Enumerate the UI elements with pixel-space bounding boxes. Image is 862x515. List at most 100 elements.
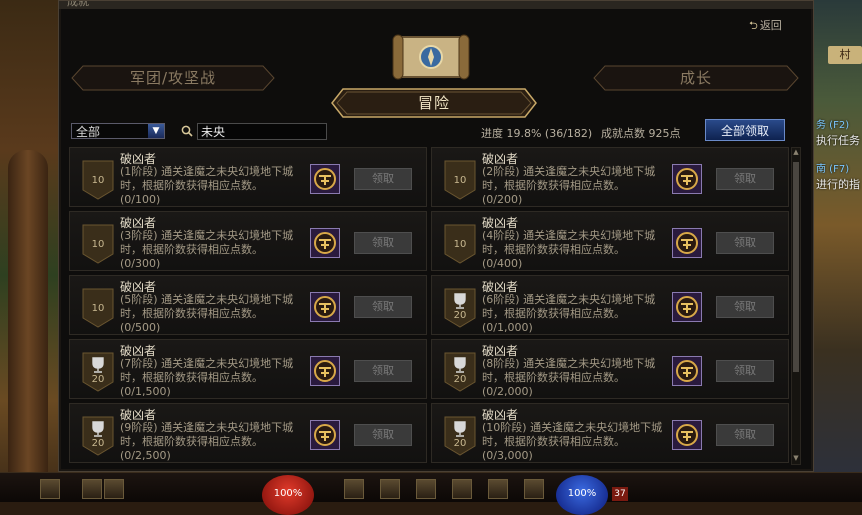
achievement-card: 20 破凶者 (9阶段) 通关逢魔之未央幻境地下城时，根据阶数获得相应点数。 (…	[69, 403, 427, 463]
quest-hotkey-hint: 务 (F2)	[816, 120, 850, 131]
tree-trunk	[8, 150, 48, 480]
claim-button[interactable]: 领取	[354, 296, 412, 318]
achievement-card: 10 破凶者 (5阶段) 通关逢魔之未央幻境地下城时，根据阶数获得相应点数。 (…	[69, 275, 427, 335]
reward-emblem-icon	[310, 420, 340, 450]
back-button[interactable]: ⮌ 返回	[749, 17, 782, 36]
hp-orb: 100%	[262, 475, 314, 515]
trophy-badge-icon	[82, 416, 114, 456]
achievement-progress: (0/2,000)	[482, 385, 533, 398]
medal-badge-icon	[444, 224, 476, 264]
skill-slot[interactable]	[524, 479, 544, 499]
trophy-badge-icon	[82, 352, 114, 392]
achievement-window: 成就 ⮌ 返回 军团/攻坚战 成长 冒险 全部 ▼ 未央 进度 19.8% (3…	[58, 0, 814, 472]
level-badge: 37	[612, 487, 628, 501]
game-background-left	[0, 0, 62, 501]
quickslot[interactable]	[82, 479, 102, 499]
game-hud: 100% 100% 37	[0, 472, 862, 515]
reward-emblem-icon	[672, 164, 702, 194]
claim-button[interactable]: 领取	[716, 232, 774, 254]
claim-all-button[interactable]: 全部领取	[705, 119, 785, 141]
trophy-badge-icon	[444, 416, 476, 456]
window-titlebar: 成就	[59, 1, 813, 9]
achievement-progress: (0/200)	[482, 193, 523, 206]
achievement-progress: (0/3,000)	[482, 449, 533, 462]
achievement-card: 10 破凶者 (2阶段) 通关逢魔之未央幻境地下城时，根据阶数获得相应点数。 (…	[431, 147, 789, 207]
achievement-desc: (6阶段) 通关逢魔之未央幻境地下城时，根据阶数获得相应点数。	[482, 293, 656, 320]
claim-button[interactable]: 领取	[716, 360, 774, 382]
tab-label: 冒险	[417, 94, 450, 112]
claim-button[interactable]: 领取	[354, 232, 412, 254]
tab-adventure[interactable]: 冒险	[331, 88, 537, 118]
tab-legion-raid[interactable]: 军团/攻坚战	[71, 65, 275, 91]
achievement-desc: (9阶段) 通关逢魔之未央幻境地下城时，根据阶数获得相应点数。	[120, 421, 294, 448]
achievement-desc: (10阶段) 通关逢魔之未央幻境地下城时，根据阶数获得相应点数。	[482, 421, 663, 448]
achievement-card: 10 破凶者 (1阶段) 通关逢魔之未央幻境地下城时，根据阶数获得相应点数。 (…	[69, 147, 427, 207]
tab-growth[interactable]: 成长	[593, 65, 799, 91]
window-title: 成就	[67, 1, 89, 8]
achievement-card: 10 破凶者 (4阶段) 通关逢魔之未央幻境地下城时，根据阶数获得相应点数。 (…	[431, 211, 789, 271]
achievement-card: 20 破凶者 (6阶段) 通关逢魔之未央幻境地下城时，根据阶数获得相应点数。 (…	[431, 275, 789, 335]
achievement-desc: (1阶段) 通关逢魔之未央幻境地下城时，根据阶数获得相应点数。	[120, 165, 294, 192]
reward-emblem-icon	[672, 292, 702, 322]
claim-button[interactable]: 领取	[354, 424, 412, 446]
mp-orb: 100%	[556, 475, 608, 515]
medal-badge-icon	[82, 224, 114, 264]
reward-emblem-icon	[310, 292, 340, 322]
back-arrow-icon: ⮌	[749, 19, 758, 32]
reward-emblem-icon	[672, 420, 702, 450]
skill-slot[interactable]	[380, 479, 400, 499]
achievement-desc: (2阶段) 通关逢魔之未央幻境地下城时，根据阶数获得相应点数。	[482, 165, 656, 192]
category-select[interactable]: 全部 ▼	[71, 123, 165, 139]
reward-emblem-icon	[310, 228, 340, 258]
reward-emblem-icon	[672, 228, 702, 258]
achievement-progress: (0/500)	[120, 321, 161, 334]
achievement-progress: (0/1,500)	[120, 385, 171, 398]
village-sign: 村	[828, 46, 862, 64]
achievement-card: 10 破凶者 (3阶段) 通关逢魔之未央幻境地下城时，根据阶数获得相应点数。 (…	[69, 211, 427, 271]
game-background-right: 村 务 (F2) 执行任务 南 (F7) 进行的指	[812, 0, 862, 501]
search-input[interactable]	[197, 123, 327, 140]
skill-slot[interactable]	[416, 479, 436, 499]
guide-hotkey-hint: 南 (F7)	[816, 164, 850, 175]
skill-slot[interactable]	[488, 479, 508, 499]
progress-text: 进度 19.8% (36/182)	[481, 127, 593, 140]
quickslot[interactable]	[104, 479, 124, 499]
quest-hint-text: 执行任务	[816, 134, 860, 147]
achievement-desc: (5阶段) 通关逢魔之未央幻境地下城时，根据阶数获得相应点数。	[120, 293, 294, 320]
trophy-badge-icon	[444, 352, 476, 392]
search-icon	[181, 125, 193, 137]
back-label: 返回	[759, 19, 782, 32]
achievement-progress: (0/100)	[120, 193, 161, 206]
trophy-badge-icon	[444, 288, 476, 328]
category-selected-value: 全部	[76, 125, 101, 139]
achievement-card: 20 破凶者 (10阶段) 通关逢魔之未央幻境地下城时，根据阶数获得相应点数。 …	[431, 403, 789, 463]
achievement-desc: (8阶段) 通关逢魔之未央幻境地下城时，根据阶数获得相应点数。	[482, 357, 656, 384]
list-scrollbar[interactable]: ▲ ▼	[791, 147, 801, 465]
achievement-card: 20 破凶者 (7阶段) 通关逢魔之未央幻境地下城时，根据阶数获得相应点数。 (…	[69, 339, 427, 399]
skill-slot[interactable]	[452, 479, 472, 499]
scrollbar-thumb[interactable]	[793, 162, 799, 372]
chevron-down-icon[interactable]: ▼	[148, 124, 164, 138]
quickslot[interactable]	[40, 479, 60, 499]
achievement-desc: (3阶段) 通关逢魔之未央幻境地下城时，根据阶数获得相应点数。	[120, 229, 294, 256]
reward-emblem-icon	[310, 356, 340, 386]
medal-badge-icon	[82, 288, 114, 328]
achievement-desc: (7阶段) 通关逢魔之未央幻境地下城时，根据阶数获得相应点数。	[120, 357, 294, 384]
scroll-emblem-icon	[392, 34, 470, 80]
claim-button[interactable]: 领取	[716, 168, 774, 190]
tab-label: 成长	[679, 69, 712, 87]
scroll-down-icon[interactable]: ▼	[792, 454, 800, 464]
claim-button[interactable]: 领取	[354, 168, 412, 190]
claim-button[interactable]: 领取	[354, 360, 412, 382]
skill-slot[interactable]	[344, 479, 364, 499]
achievement-desc: (4阶段) 通关逢魔之未央幻境地下城时，根据阶数获得相应点数。	[482, 229, 656, 256]
claim-button[interactable]: 领取	[716, 424, 774, 446]
medal-badge-icon	[444, 160, 476, 200]
achievement-card: 20 破凶者 (8阶段) 通关逢魔之未央幻境地下城时，根据阶数获得相应点数。 (…	[431, 339, 789, 399]
achievement-progress: (0/1,000)	[482, 321, 533, 334]
achievement-progress: (0/300)	[120, 257, 161, 270]
reward-emblem-icon	[310, 164, 340, 194]
claim-button[interactable]: 领取	[716, 296, 774, 318]
scroll-up-icon[interactable]: ▲	[792, 148, 800, 158]
medal-badge-icon	[82, 160, 114, 200]
